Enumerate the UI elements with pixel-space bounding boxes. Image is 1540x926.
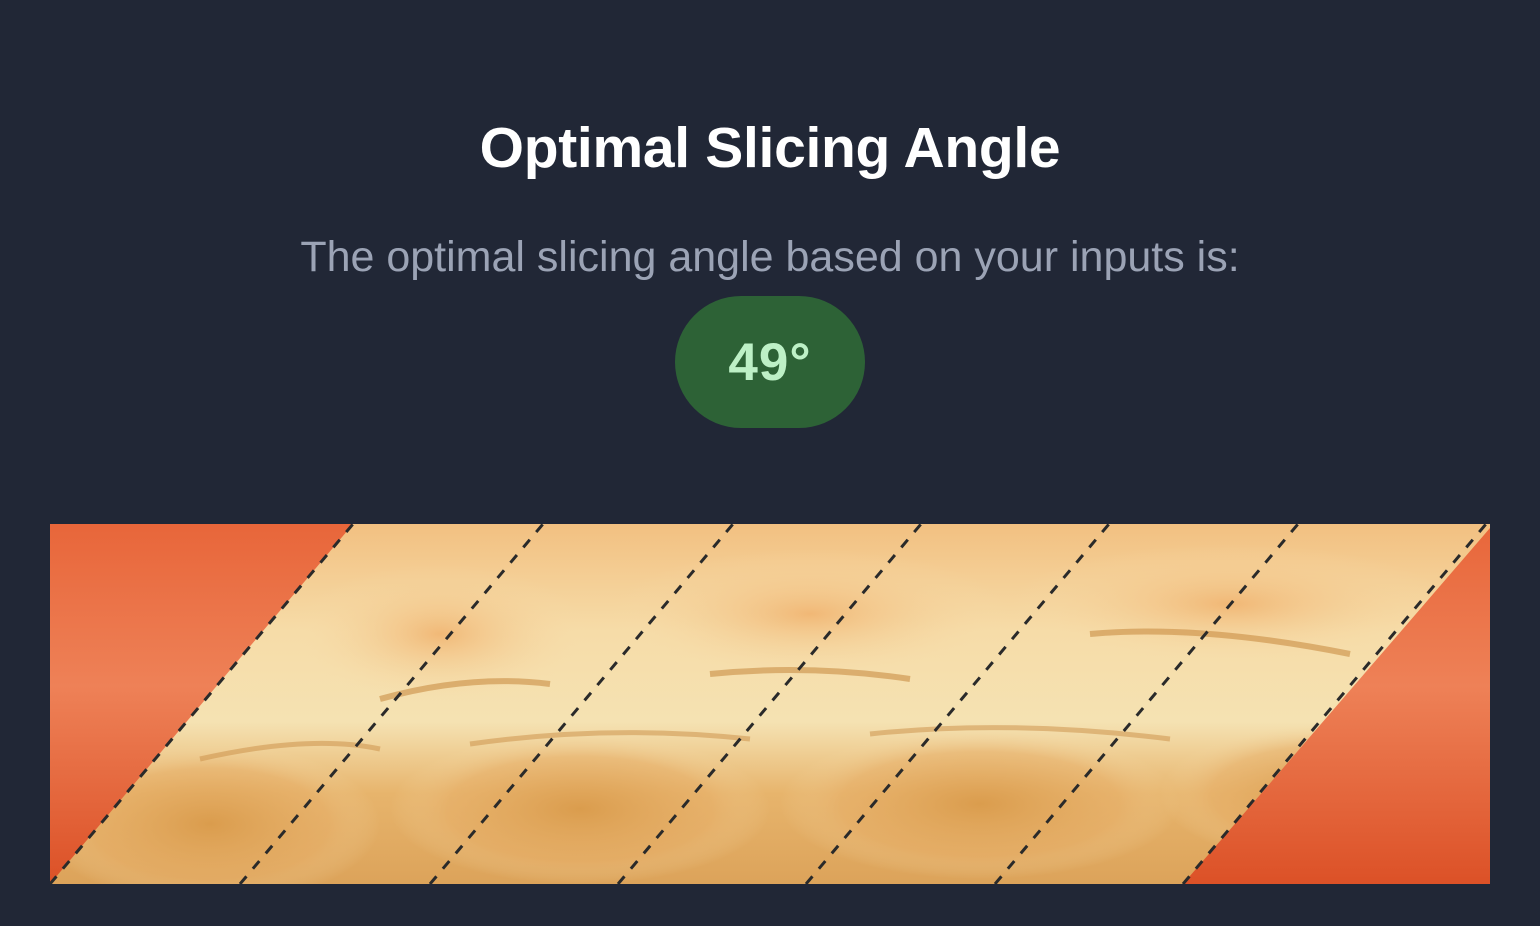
- baguette-image: [50, 524, 1490, 884]
- angle-badge: 49°: [675, 296, 865, 428]
- baguette-illustration: [50, 524, 1490, 884]
- page-title: Optimal Slicing Angle: [479, 116, 1061, 181]
- result-description: The optimal slicing angle based on your …: [300, 233, 1240, 281]
- angle-value: 49°: [728, 332, 812, 392]
